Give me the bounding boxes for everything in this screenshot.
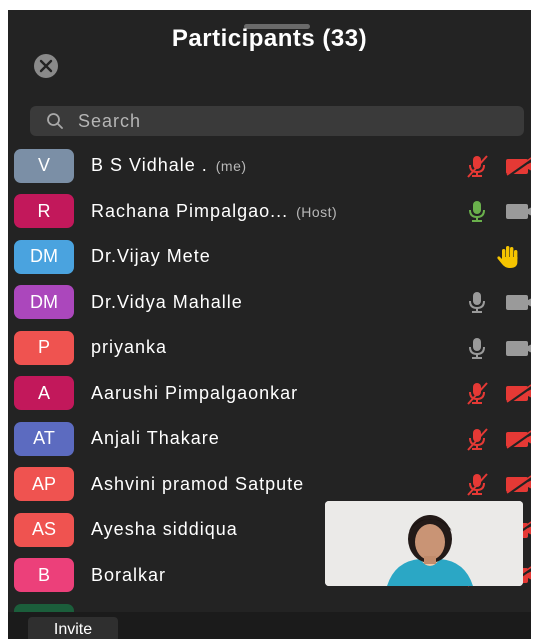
- participant-name-text: Ashvini pramod Satpute: [91, 473, 305, 494]
- participant-row[interactable]: AT Anjali Thakare: [8, 416, 531, 462]
- participant-name-text: Anjali Thakare: [91, 428, 220, 449]
- participant-name: Ashvini pramod Satpute: [91, 474, 304, 495]
- participant-row[interactable]: A Aarushi Pimpalgaonkar: [8, 371, 531, 417]
- participant-row[interactable]: R Rachana Pimpalgao... (Host): [8, 189, 531, 235]
- participant-name: priyanka: [91, 337, 167, 358]
- participant-name: Dr.Vidya Mahalle: [91, 292, 243, 313]
- video-camera-icon[interactable]: [504, 335, 531, 361]
- raised-hand-icon: [497, 245, 518, 268]
- microphone-icon[interactable]: [464, 153, 490, 179]
- video-feed-image: [325, 501, 523, 586]
- video-camera-icon[interactable]: [504, 289, 531, 315]
- microphone-icon[interactable]: [464, 380, 490, 406]
- close-icon: [39, 59, 53, 73]
- avatar: AS: [14, 512, 74, 547]
- participants-panel: Participants (33) V B S Vidhale . (me) R Rac…: [8, 10, 531, 639]
- microphone-icon[interactable]: [464, 335, 490, 361]
- avatar: B: [14, 558, 74, 593]
- search-bar[interactable]: [30, 106, 524, 136]
- avatar: P: [14, 330, 74, 365]
- participant-name: Dr.Vijay Mete: [91, 246, 211, 267]
- avatar: DM: [14, 239, 74, 274]
- participant-name-text: Rachana Pimpalgao...: [91, 200, 289, 221]
- search-input[interactable]: [76, 109, 500, 133]
- participant-row[interactable]: DM Dr.Vidya Mahalle: [8, 280, 531, 326]
- bottom-toolbar: Invite: [8, 612, 531, 639]
- participant-name: Anjali Thakare: [91, 428, 220, 449]
- participant-role-tag: (Host): [296, 203, 338, 220]
- participant-name-text: Boralkar: [91, 564, 167, 585]
- participant-row[interactable]: Ppriyanka: [8, 325, 531, 371]
- page-title: Participants (33): [171, 25, 368, 52]
- participant-role-tag: (me): [215, 158, 247, 175]
- search-icon: [47, 113, 63, 129]
- video-camera-icon[interactable]: [504, 380, 531, 406]
- participant-name-text: Dr.Vijay Mete: [91, 246, 211, 267]
- video-camera-icon[interactable]: [504, 198, 531, 224]
- participant-name: Aarushi Pimpalgaonkar: [91, 383, 298, 404]
- participant-name-text: priyanka: [91, 337, 168, 358]
- video-camera-icon[interactable]: [504, 471, 531, 497]
- invite-button[interactable]: Invite: [28, 617, 118, 639]
- participant-name-text: Aarushi Pimpalgaonkar: [91, 382, 299, 403]
- avatar: R: [14, 194, 74, 229]
- avatar: AT: [14, 421, 74, 456]
- microphone-icon[interactable]: [464, 289, 490, 315]
- participant-name-text: Ayesha siddiqua: [91, 519, 238, 540]
- participant-name-text: B S Vidhale .: [91, 155, 208, 176]
- video-camera-icon[interactable]: [504, 426, 531, 452]
- avatar: A: [14, 376, 74, 411]
- participant-name-text: Dr.Vidya Mahalle: [91, 291, 243, 312]
- microphone-icon[interactable]: [464, 471, 490, 497]
- microphone-icon[interactable]: [464, 198, 490, 224]
- participant-row[interactable]: DM Dr.Vijay Mete: [8, 234, 531, 280]
- participant-name: Rachana Pimpalgao... (Host): [91, 201, 337, 222]
- close-button[interactable]: [34, 54, 58, 78]
- self-video-thumbnail[interactable]: [325, 501, 523, 586]
- avatar: V: [14, 148, 74, 183]
- avatar: AP: [14, 467, 74, 502]
- microphone-icon[interactable]: [464, 426, 490, 452]
- participant-name: Ayesha siddiqua: [91, 519, 238, 540]
- video-camera-icon[interactable]: [504, 153, 531, 179]
- participant-name: B S Vidhale . (me): [91, 155, 247, 176]
- participant-name: Boralkar: [91, 565, 166, 586]
- avatar: DM: [14, 285, 74, 320]
- participant-row[interactable]: V B S Vidhale . (me): [8, 143, 531, 189]
